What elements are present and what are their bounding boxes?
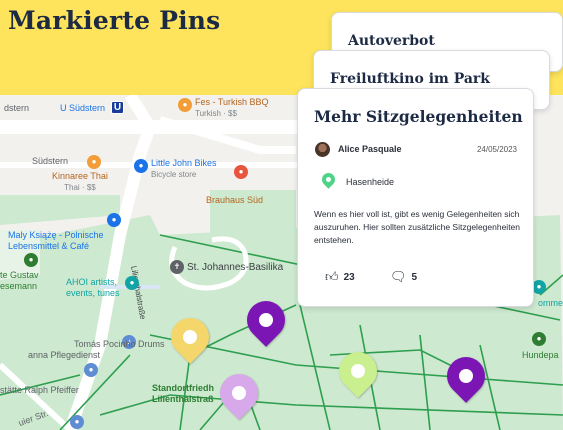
- like-count: 23: [343, 271, 355, 283]
- like-button[interactable]: 👍︎ 23: [325, 269, 355, 285]
- comment-button[interactable]: 🗨︎ 5: [390, 269, 417, 285]
- restaurant-icon[interactable]: ●: [178, 98, 192, 112]
- church-icon[interactable]: ✝: [170, 260, 184, 274]
- map-label-hundepa: Hundepa: [522, 350, 559, 360]
- map-label-ommerf: ommerf: [538, 298, 563, 308]
- map-label-maly: Maly Książę - Polnische Lebensmittel & Ca…: [8, 230, 104, 251]
- location-pin-icon: [319, 170, 338, 189]
- map-label-gustav: te Gustav esemann: [0, 270, 39, 291]
- map-label-brauhaus: Brauhaus Süd: [206, 195, 264, 205]
- map-label-kinnaree: Kinnaree Thai Thai · $$: [52, 171, 108, 192]
- card-body-text: Wenn es hier voll ist, gibt es wenig Gel…: [314, 209, 521, 245]
- map-label-ahoi: AHOI artists, events, tunes: [66, 277, 120, 298]
- map-label-tomas: Tomás Pocinho Drums: [74, 339, 165, 349]
- card-title: Freiluftkino im Park: [330, 71, 490, 87]
- card-title: Autoverbot: [348, 33, 435, 49]
- restaurant-icon[interactable]: ●: [234, 165, 248, 179]
- map-label-u-suedstern: U Südstern: [60, 103, 106, 113]
- map-label-st-johannes: St. Johannes-Basilika: [187, 262, 284, 273]
- comment-count: 5: [411, 271, 418, 283]
- map-label-pflegedienst: anna Pflegedienst: [28, 350, 101, 360]
- location-icon[interactable]: ●: [84, 363, 98, 377]
- map-label-partial: dstern: [4, 103, 30, 113]
- map-label-little-john: Little John Bikes Bicycle store: [151, 158, 217, 179]
- location-name: Hasenheide: [346, 177, 395, 187]
- map-label-fes: Fes - Turkish BBQ Turkish · $$: [195, 97, 269, 118]
- park-icon[interactable]: ●: [24, 253, 38, 267]
- map-label-ralph: stätte Ralph Pfeiffer: [0, 385, 79, 395]
- card-title: Mehr Sitzgelegenheiten: [314, 107, 523, 126]
- park-icon[interactable]: ●: [532, 332, 546, 346]
- arts-icon[interactable]: ●: [125, 276, 139, 290]
- map-label-suedstern: Südstern: [32, 156, 69, 166]
- pin-card-sitzgelegenheiten[interactable]: Mehr Sitzgelegenheiten Alice Pasquale 24…: [297, 88, 534, 307]
- shop-icon[interactable]: ●: [134, 159, 148, 173]
- comment-icon: 🗨︎: [390, 269, 407, 284]
- map-label-standort: Standortfriedh Lilienthalstraß: [152, 383, 214, 404]
- ubahn-icon: U: [111, 101, 124, 114]
- shop-icon[interactable]: ●: [107, 213, 121, 227]
- restaurant-icon[interactable]: ●: [87, 155, 101, 169]
- location-icon[interactable]: ●: [70, 415, 84, 429]
- page-title: Markierte Pins: [8, 6, 221, 35]
- avatar: [315, 142, 330, 157]
- location-icon[interactable]: ●: [532, 280, 546, 294]
- author-name: Alice Pasquale: [338, 144, 402, 154]
- thumbs-up-icon: 👍︎: [325, 269, 339, 284]
- post-date: 24/05/2023: [476, 145, 517, 154]
